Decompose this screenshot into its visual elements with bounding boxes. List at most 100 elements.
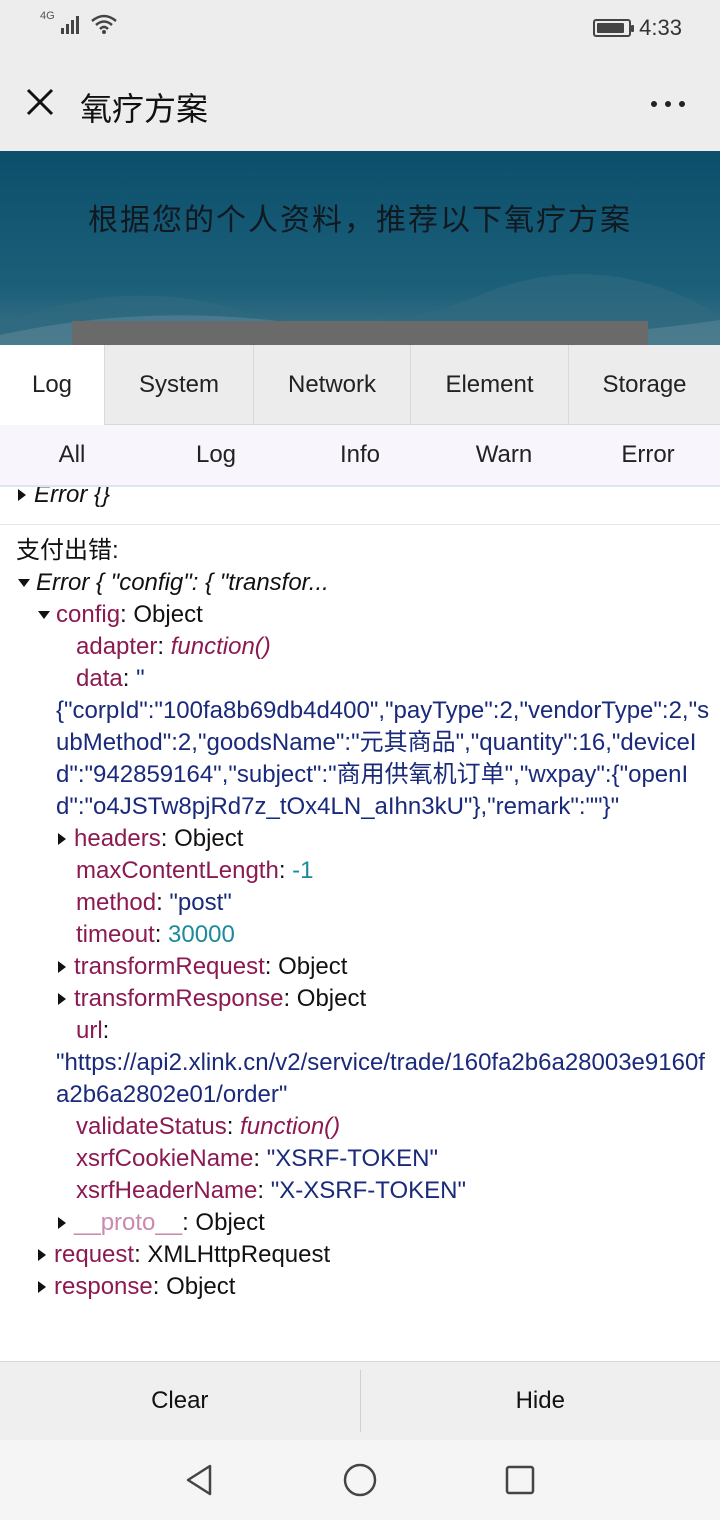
wifi-icon — [90, 14, 117, 34]
data-line: data: " — [0, 663, 720, 695]
data-value: {"corpId":"100fa8b69db4d400","payType":2… — [56, 697, 710, 820]
maxlen-key: maxContentLength — [76, 857, 279, 884]
expand-icon[interactable] — [18, 489, 26, 501]
nav-bar — [0, 1440, 720, 1520]
log-area[interactable]: Error {} 支付出错: Error { "config": { "tran… — [0, 487, 720, 1361]
response-key: response — [54, 1273, 153, 1300]
maxlen-value: -1 — [292, 857, 314, 884]
log-filters: All Log Info Warn Error — [0, 425, 720, 487]
request-line[interactable]: request: XMLHttpRequest — [0, 1239, 720, 1271]
console-footer: Clear Hide — [0, 1361, 720, 1440]
tab-network[interactable]: Network — [254, 345, 411, 425]
data-open-quote: " — [136, 665, 145, 692]
clock: 4:33 — [639, 15, 682, 40]
xsrf-cookie-key: xsrfCookieName — [76, 1145, 254, 1172]
url-line: url: — [0, 1015, 720, 1047]
method-key: method — [76, 889, 157, 916]
url-value: "https://api2.xlink.cn/v2/service/trade/… — [56, 1049, 705, 1108]
error-object: Error {} — [34, 487, 111, 508]
adapter-line: adapter: function() — [0, 631, 720, 663]
xsrf-header-line: xsrfHeaderName: "X-XSRF-TOKEN" — [0, 1175, 720, 1207]
transform-response-line[interactable]: transformResponse: Object — [0, 983, 720, 1015]
transform-request-type: : Object — [264, 953, 348, 980]
xsrf-header-key: xsrfHeaderName — [76, 1177, 258, 1204]
tab-element[interactable]: Element — [411, 345, 569, 425]
network-label: 4G — [40, 10, 55, 22]
filter-info[interactable]: Info — [288, 425, 432, 485]
expand-icon[interactable] — [58, 1217, 66, 1229]
banner-card — [72, 321, 648, 345]
log-entry: Error {} — [0, 487, 720, 525]
xsrf-header-value: "X-XSRF-TOKEN" — [270, 1177, 467, 1204]
maxlen-line: maxContentLength: -1 — [0, 855, 720, 887]
headers-type: : Object — [160, 825, 244, 852]
config-type: : Object — [120, 601, 203, 628]
banner: 根据您的个人资料，推荐以下氧疗方案 — [0, 151, 720, 345]
title-bar: 氧疗方案 — [0, 56, 720, 151]
filter-log[interactable]: Log — [144, 425, 288, 485]
log-label-line: 支付出错: — [0, 535, 720, 567]
validate-line: validateStatus: function() — [0, 1111, 720, 1143]
tab-storage[interactable]: Storage — [569, 345, 720, 425]
expand-icon[interactable] — [58, 833, 66, 845]
method-value: "post" — [169, 889, 232, 916]
more-icon[interactable] — [646, 92, 690, 116]
recents-icon[interactable] — [500, 1460, 540, 1500]
filter-all[interactable]: All — [0, 425, 144, 485]
headers-line[interactable]: headers: Object — [0, 823, 720, 855]
response-line[interactable]: response: Object — [0, 1271, 720, 1303]
signal-icon — [60, 14, 79, 34]
headers-key: headers — [74, 825, 161, 852]
log-line[interactable]: Error {} — [18, 487, 110, 511]
proto-key: __proto__ — [74, 1209, 183, 1236]
banner-text: 根据您的个人资料，推荐以下氧疗方案 — [88, 204, 632, 237]
config-key: config — [56, 601, 121, 628]
transform-request-line[interactable]: transformRequest: Object — [0, 951, 720, 983]
log-entry: 支付出错: Error { "config": { "transfor... c… — [0, 525, 720, 1303]
xsrf-cookie-line: xsrfCookieName: "XSRF-TOKEN" — [0, 1143, 720, 1175]
transform-response-type: : Object — [283, 985, 367, 1012]
adapter-value: function() — [170, 633, 271, 660]
proto-type: : Object — [182, 1209, 265, 1236]
config-line[interactable]: config: Object — [0, 599, 720, 631]
status-left: 4G — [40, 10, 117, 34]
tab-log[interactable]: Log — [0, 345, 105, 425]
response-type: : Object — [152, 1273, 236, 1300]
timeout-key: timeout — [76, 921, 155, 948]
expand-icon[interactable] — [58, 961, 66, 973]
request-type: : XMLHttpRequest — [134, 1241, 331, 1268]
filter-warn[interactable]: Warn — [432, 425, 576, 485]
expand-icon[interactable] — [38, 1281, 46, 1293]
transform-response-key: transformResponse — [74, 985, 284, 1012]
log-label: 支付出错: — [16, 537, 119, 564]
xsrf-cookie-value: "XSRF-TOKEN" — [266, 1145, 439, 1172]
url-key: url — [76, 1017, 103, 1044]
back-icon[interactable] — [180, 1460, 220, 1500]
status-right: 4:33 — [593, 15, 682, 41]
expand-icon[interactable] — [58, 993, 66, 1005]
method-line: method: "post" — [0, 887, 720, 919]
collapse-icon[interactable] — [38, 611, 50, 619]
error-line[interactable]: Error { "config": { "transfor... — [0, 567, 720, 599]
proto-line[interactable]: __proto__: Object — [0, 1207, 720, 1239]
request-key: request — [54, 1241, 135, 1268]
home-icon[interactable] — [340, 1460, 380, 1500]
collapse-icon[interactable] — [18, 579, 30, 587]
status-bar: 4G 4:33 — [0, 0, 720, 56]
battery-icon — [593, 19, 635, 37]
validate-value: function() — [240, 1113, 341, 1140]
timeout-line: timeout: 30000 — [0, 919, 720, 951]
expand-icon[interactable] — [38, 1249, 46, 1261]
clear-button[interactable]: Clear — [0, 1362, 360, 1440]
validate-key: validateStatus — [76, 1113, 227, 1140]
close-icon[interactable] — [22, 84, 58, 120]
error-summary: Error { "config": { "transfor... — [36, 569, 329, 596]
filter-error[interactable]: Error — [576, 425, 720, 485]
tab-system[interactable]: System — [105, 345, 254, 425]
timeout-value: 30000 — [168, 921, 235, 948]
hide-button[interactable]: Hide — [361, 1362, 720, 1440]
adapter-key: adapter — [76, 633, 158, 660]
console-tabs: Log System Network Element Storage — [0, 345, 720, 425]
transform-request-key: transformRequest — [74, 953, 265, 980]
data-key: data — [76, 665, 123, 692]
